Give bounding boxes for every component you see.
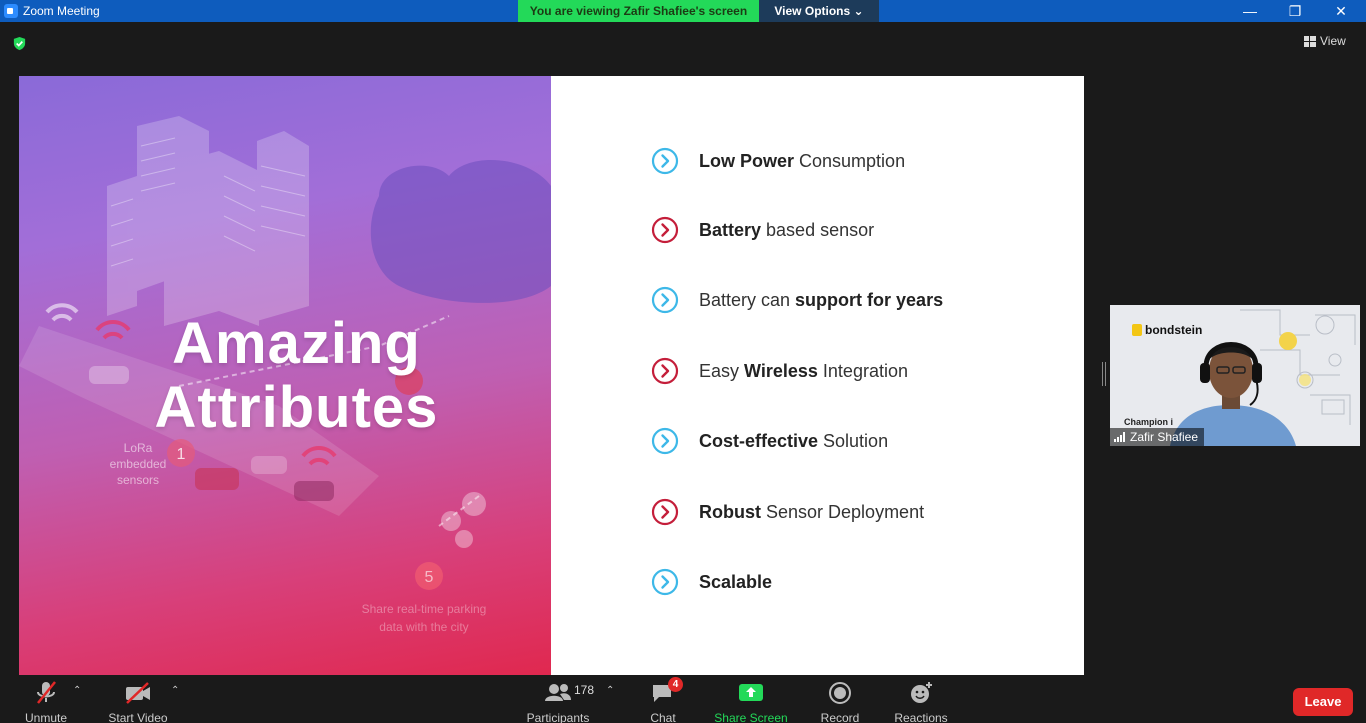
attribute-item: Easy Wireless Integration [651,356,908,386]
share-parking-data-label: Share real-time parking data with the ci… [361,602,487,634]
attribute-text: Battery based sensor [699,220,874,241]
participants-label: Participants [526,711,590,723]
record-icon [829,682,851,704]
participants-icon [545,684,571,701]
chevron-circle-right-icon [651,286,679,314]
attribute-highlight: Wireless [744,360,818,381]
minimize-button[interactable]: — [1227,0,1273,22]
lora-step-number: 1 [177,446,186,463]
share-step-number: 5 [425,569,434,586]
window-title: Zoom Meeting [23,4,100,18]
chat-unread-badge: 4 [668,677,683,692]
slide-title: Amazing Attributes [129,312,464,440]
chevron-circle-right-icon [651,498,679,526]
minimize-icon: — [1243,3,1257,19]
video-camera-off-icon [126,682,150,704]
logo-mark-icon [1132,324,1142,336]
attribute-highlight: support for years [795,289,944,310]
attribute-highlight: Battery [699,219,762,240]
attribute-item: Robust Sensor Deployment [651,497,924,527]
chevron-down-icon: ⌄ [853,4,864,18]
close-button[interactable]: ✕ [1318,0,1364,22]
attribute-text: Low Power Consumption [699,151,905,172]
start-video-button[interactable]: Start Video [106,681,170,723]
leave-button[interactable]: Leave [1293,688,1353,716]
record-button[interactable]: Record [816,681,864,723]
slide-left-panel: 1 5 Amazing Attributes LoRa embedded sen… [19,76,551,675]
company-logo: bondstein [1132,323,1202,337]
attribute-highlight: Cost-effective [699,430,819,451]
reactions-button[interactable]: Reactions [892,681,950,723]
attribute-highlight: Low Power [699,150,795,171]
chevron-circle-right-icon [651,357,679,385]
view-label: View [1320,34,1346,48]
attribute-suffix: based sensor [761,219,875,240]
reactions-label: Reactions [894,711,948,723]
attribute-suffix: Consumption [794,150,906,171]
attribute-highlight: Scalable [699,571,773,592]
background-caption: Champion i [1124,417,1173,427]
chevron-circle-right-icon [651,568,679,596]
security-shield-icon[interactable] [12,36,27,51]
attribute-suffix: Integration [817,360,908,381]
chat-label: Chat [650,711,676,723]
attribute-item: Cost-effective Solution [651,426,888,456]
attribute-text: Robust Sensor Deployment [699,502,924,523]
view-options-button[interactable]: View Options ⌄ [759,0,879,22]
attribute-item: Battery based sensor [651,215,874,245]
close-icon: ✕ [1335,3,1347,19]
view-options-label: View Options [774,4,851,18]
logo-text: bondstein [1145,323,1203,337]
participant-name-tag: Zafir Shafiee [1110,428,1205,446]
restore-button[interactable]: ❐ [1272,0,1318,22]
attribute-item: Scalable [651,567,772,597]
attribute-prefix: Battery can [699,289,796,310]
shared-screen: 1 5 Amazing Attributes LoRa embedded sen… [19,76,1084,675]
share-screen-icon [739,684,763,701]
slide-title-line-1: Amazing [172,311,421,376]
attribute-suffix: Solution [818,430,889,451]
attribute-item: Low Power Consumption [651,146,905,176]
slide-attribute-list: Low Power Consumption Battery based senso… [551,76,1084,675]
record-label: Record [820,711,860,723]
share-screen-label: Share Screen [714,711,788,723]
attribute-prefix: Easy [699,360,745,381]
participants-options-chevron-up-icon[interactable]: ⌃ [606,685,614,696]
meeting-toolbar: Unmute ⌃ Start Video ⌃ Participants 178 … [0,675,1366,723]
unmute-label: Unmute [24,711,68,723]
participant-name: Zafir Shafiee [1130,430,1199,444]
slide-title-line-2: Attributes [154,375,439,440]
attribute-text: Cost-effective Solution [699,431,888,452]
unmute-button[interactable]: Unmute [16,681,76,723]
attribute-item: Battery can support for years [651,285,943,315]
share-screen-button[interactable]: Share Screen [712,681,790,723]
attribute-highlight: Robust [699,501,761,522]
audio-options-chevron-up-icon[interactable]: ⌃ [73,685,81,696]
restore-icon: ❐ [1288,3,1302,19]
reactions-emoji-icon [911,682,932,703]
attribute-suffix: Sensor Deployment [761,501,925,522]
signal-strength-icon [1114,432,1125,442]
attribute-text: Battery can support for years [699,290,943,311]
start-video-label: Start Video [108,711,168,723]
viewing-screen-banner: You are viewing Zafir Shafiee's screen [518,0,759,22]
zoom-meeting-window: Zoom Meeting You are viewing Zafir Shafi… [0,0,1366,723]
title-bar: Zoom Meeting You are viewing Zafir Shafi… [0,0,1366,22]
attribute-text: Easy Wireless Integration [699,361,908,382]
zoom-app-icon [4,4,18,18]
microphone-muted-icon [37,681,56,704]
attribute-text: Scalable [699,572,772,593]
chevron-circle-right-icon [651,216,679,244]
lora-sensors-label: LoRa embedded sensors [109,441,167,487]
view-button[interactable]: View [1304,34,1346,48]
participant-count: 178 [574,683,595,697]
chevron-circle-right-icon [651,147,679,175]
chevron-circle-right-icon [651,427,679,455]
panel-splitter-handle[interactable] [1102,362,1106,386]
video-options-chevron-up-icon[interactable]: ⌃ [171,685,179,696]
participant-video-tile[interactable]: bondstein Champion i Zafir Shafiee [1110,305,1360,446]
grid-view-icon [1304,35,1316,47]
